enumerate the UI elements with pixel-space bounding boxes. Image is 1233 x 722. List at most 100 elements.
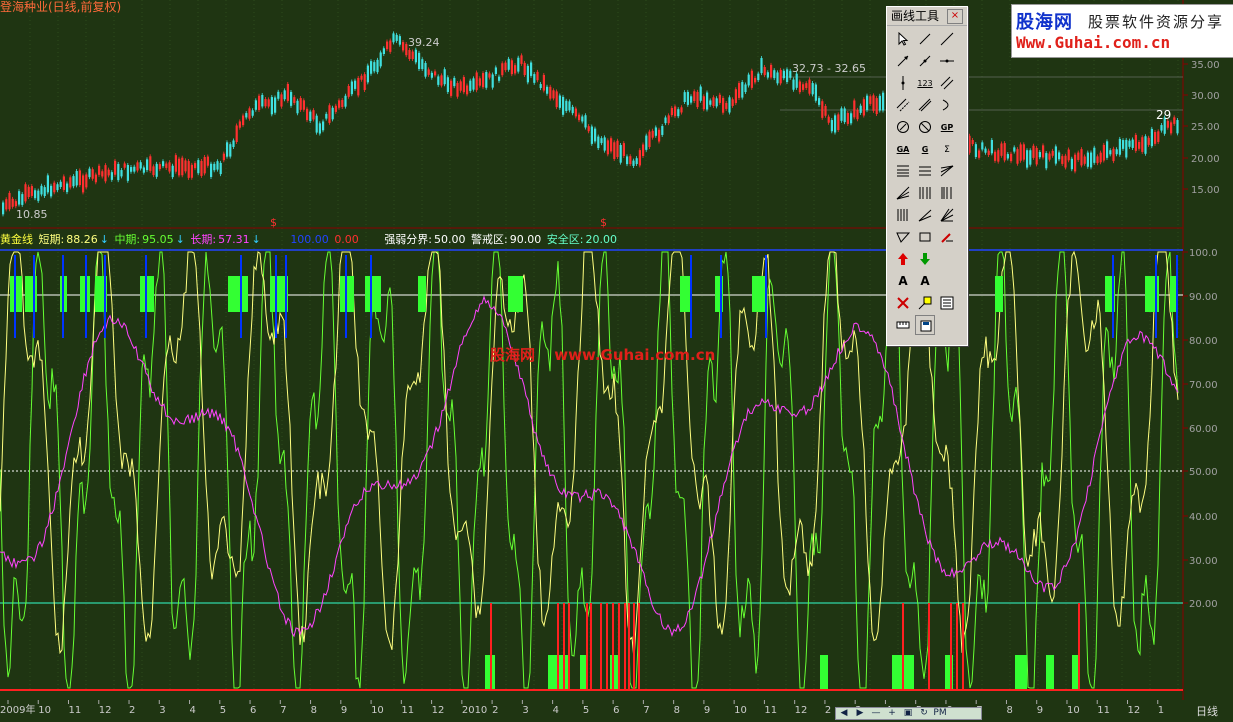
long-label: 长期: (190, 233, 217, 246)
circle-tool-icon[interactable] (893, 117, 913, 137)
safe-zone-block (1015, 655, 1027, 689)
fan-1-tool-icon[interactable] (893, 183, 913, 203)
candle-body (741, 82, 744, 98)
alert-bar (1176, 255, 1178, 338)
zoom-out-button[interactable]: — (868, 708, 884, 719)
boundary-label: 强弱分界: (384, 233, 433, 246)
x-axis-label: 10 (734, 705, 747, 716)
text-a2-label: A (920, 274, 930, 288)
candle-body (1125, 139, 1128, 158)
candle-body (21, 194, 24, 205)
x-axis-label: 10 (38, 705, 51, 716)
sigma-label: Σ (944, 145, 950, 155)
gann-tool-icon[interactable] (937, 205, 957, 225)
candle-body (859, 105, 862, 113)
sigma-tool-icon[interactable]: Σ (937, 139, 957, 159)
ray-tool-icon[interactable] (937, 29, 957, 49)
candle-body (459, 81, 462, 91)
candle-body (245, 113, 248, 118)
candle-body (693, 91, 696, 102)
candle-body (734, 89, 737, 104)
fib-1-tool-icon[interactable] (893, 161, 913, 181)
candle-body (1173, 117, 1176, 124)
toolbox-titlebar[interactable]: 画线工具 × (887, 7, 967, 26)
line-tool-icon[interactable] (915, 29, 935, 49)
refresh-button[interactable]: ↻ (916, 708, 932, 719)
h-line-tool-icon[interactable] (937, 51, 957, 71)
fan-3-tool-icon[interactable] (937, 183, 957, 203)
v-line-tool-icon[interactable] (893, 73, 913, 93)
alert-zone-block (995, 276, 1003, 312)
fib-3-tool-icon[interactable] (937, 161, 957, 181)
zoom-in-button[interactable]: + (884, 708, 900, 719)
list-tool-icon[interactable] (937, 293, 957, 313)
low-bar (962, 603, 964, 689)
candle-body (562, 96, 565, 115)
candle-body (357, 77, 360, 96)
candle-body (350, 81, 353, 95)
bars-1-tool-icon[interactable] (893, 205, 913, 225)
rectangle-tool-icon[interactable] (915, 227, 935, 247)
candle-body (328, 105, 331, 123)
ga-tool-icon[interactable]: GA (893, 139, 913, 159)
candle-body (72, 176, 75, 187)
candle-body (322, 121, 325, 131)
indicator-name: 黄金线 (0, 233, 33, 246)
candle-body (498, 76, 501, 81)
ind-tick-label: 20.00 (1189, 599, 1218, 610)
fan-2-tool-icon[interactable] (915, 183, 935, 203)
scroll-left-button[interactable]: ◀ (836, 708, 852, 719)
candle-body (878, 95, 881, 111)
scroll-right-button[interactable]: ▶ (852, 708, 868, 719)
parallel-tool-icon[interactable] (937, 73, 957, 93)
candle-body (603, 137, 606, 151)
candle-body (840, 108, 843, 121)
save-tool-icon[interactable] (915, 315, 935, 335)
ruler-tool-icon[interactable] (893, 315, 913, 335)
highlight-tool-icon[interactable] (915, 293, 935, 313)
candle-body (456, 83, 459, 97)
candle-body (850, 113, 853, 124)
channel-tool-icon[interactable] (915, 95, 935, 115)
text-a2-tool-icon[interactable]: A (915, 271, 935, 291)
up-arrow-tool-icon[interactable] (893, 249, 913, 269)
toolbox-close-button[interactable]: × (947, 9, 963, 24)
candle-body (43, 187, 46, 197)
text-a-tool-icon[interactable]: A (893, 271, 913, 291)
triangle-tool-icon[interactable] (893, 227, 913, 247)
candle-body (312, 110, 315, 120)
drawing-toolbox[interactable]: 画线工具 × 123 GP GA G Σ AA (886, 6, 968, 346)
pm-button[interactable]: PM (932, 708, 948, 719)
delete-tool-icon[interactable] (893, 293, 913, 313)
candle-body (658, 129, 661, 142)
low-bar (618, 603, 620, 689)
candle-body (808, 79, 811, 94)
bars-2-tool-icon[interactable] (915, 205, 935, 225)
x-axis-label: 5 (583, 705, 589, 716)
gp-tool-icon[interactable]: GP (937, 117, 957, 137)
price-last-label: 29 (1156, 108, 1171, 122)
candle-body (213, 163, 216, 171)
cursor-tool-icon[interactable] (893, 29, 913, 49)
text-123-tool-icon[interactable]: 123 (915, 73, 935, 93)
x-axis-label: 5 (220, 705, 226, 716)
candle-body (334, 105, 337, 112)
g-line-tool-icon[interactable]: G (915, 139, 935, 159)
parallel-2-tool-icon[interactable] (893, 95, 913, 115)
arc-tool-icon[interactable] (937, 95, 957, 115)
segment-tool-icon[interactable] (915, 51, 935, 71)
candle-body (472, 78, 475, 90)
window-button[interactable]: ▣ (900, 708, 916, 719)
candle-body (1122, 140, 1125, 149)
pencil-tool-icon[interactable] (937, 227, 957, 247)
price-range-label: 32.73 - 32.65 (792, 62, 866, 75)
fib-2-tool-icon[interactable] (915, 161, 935, 181)
candle-body (354, 80, 357, 89)
candle-body (395, 34, 398, 41)
candle-body (802, 84, 805, 90)
down-arrow-tool-icon[interactable] (915, 249, 935, 269)
circle-cross-tool-icon[interactable] (915, 117, 935, 137)
arrow-line-tool-icon[interactable] (893, 51, 913, 71)
alert-bar (1112, 255, 1114, 338)
candle-body (338, 100, 341, 108)
